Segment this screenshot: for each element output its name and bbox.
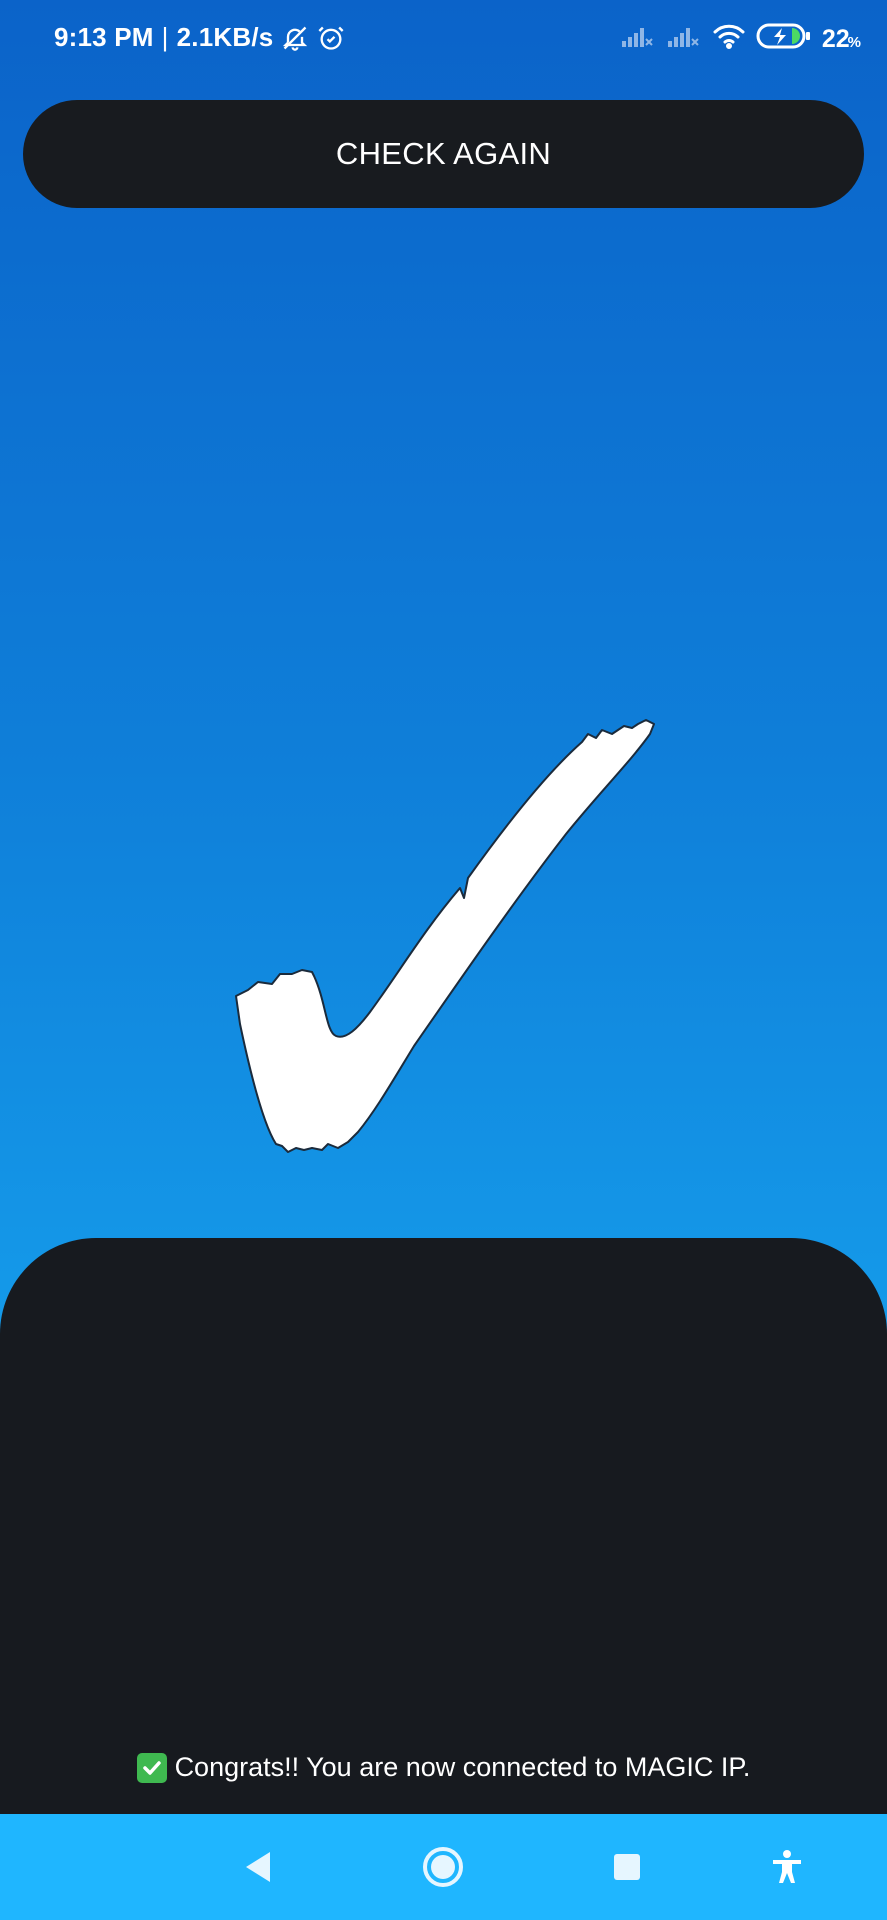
accessibility-icon[interactable] bbox=[764, 1844, 810, 1890]
status-separator: | bbox=[161, 22, 169, 52]
battery-percent: 22 bbox=[821, 25, 850, 53]
navigation-bar bbox=[0, 1814, 887, 1920]
check-again-label: CHECK AGAIN bbox=[335, 136, 552, 171]
recents-icon[interactable] bbox=[604, 1844, 650, 1890]
home-icon[interactable] bbox=[420, 1844, 466, 1890]
screen: 9:13 PM | 2.1KB/s 22% CHECK AGAIN Congra… bbox=[0, 0, 887, 1920]
back-icon[interactable] bbox=[234, 1844, 280, 1890]
battery-percent-unit: % bbox=[847, 34, 861, 51]
wifi-icon bbox=[712, 22, 746, 57]
bottom-panel bbox=[0, 1238, 887, 1814]
connection-message-text: Congrats!! You are now connected to MAGI… bbox=[174, 1752, 751, 1782]
battery-charging-icon bbox=[756, 22, 812, 57]
status-right: 22% bbox=[620, 22, 861, 57]
alarm-icon bbox=[317, 24, 345, 52]
bell-off-icon bbox=[281, 24, 309, 52]
status-bar: 9:13 PM | 2.1KB/s 22% bbox=[0, 0, 887, 84]
network-speed: 2.1KB/s bbox=[176, 22, 274, 52]
check-mark-emoji-icon bbox=[136, 1752, 167, 1783]
checkmark-icon bbox=[235, 719, 655, 1153]
signal-icon bbox=[666, 23, 702, 56]
check-again-button[interactable]: CHECK AGAIN bbox=[23, 100, 864, 208]
status-time: 9:13 PM bbox=[54, 22, 154, 52]
signal-icon bbox=[620, 23, 656, 56]
connection-message: Congrats!! You are now connected to MAGI… bbox=[0, 1752, 887, 1783]
status-left: 9:13 PM | 2.1KB/s bbox=[54, 22, 345, 53]
